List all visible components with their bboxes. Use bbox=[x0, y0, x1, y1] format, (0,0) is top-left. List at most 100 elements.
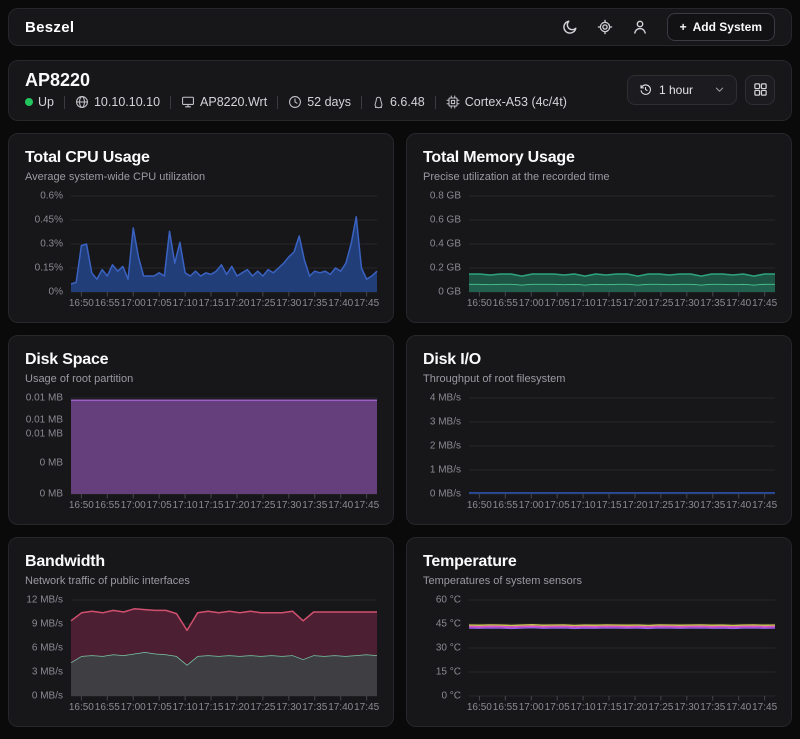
x-axis-label: 17:20 bbox=[622, 500, 647, 511]
x-axis-label: 17:25 bbox=[648, 702, 673, 713]
temperature-chart[interactable]: 60 °C45 °C30 °C15 °C0 °C16:5016:5517:001… bbox=[423, 600, 775, 714]
cpu-chart[interactable]: 0.6%0.45%0.3%0.15%0%16:5016:5517:0017:05… bbox=[25, 196, 377, 310]
chart-title: Disk I/O bbox=[423, 351, 775, 369]
y-axis: 0.01 MB0.01 MB0.01 MB0 MB0 MB bbox=[25, 398, 71, 494]
chart-canvas bbox=[469, 196, 775, 292]
x-axis-label: 17:15 bbox=[597, 500, 622, 511]
chart-canvas bbox=[469, 600, 775, 696]
layout-grid-button[interactable] bbox=[745, 75, 775, 105]
theme-toggle-button[interactable] bbox=[560, 17, 580, 37]
history-icon bbox=[639, 83, 652, 96]
x-axis-label: 16:50 bbox=[69, 500, 94, 511]
y-axis-label: 2 MB/s bbox=[430, 441, 461, 452]
x-axis-label: 17:10 bbox=[173, 298, 198, 309]
chart-plot-area bbox=[71, 398, 377, 494]
chart-subtitle: Precise utilization at the recorded time bbox=[423, 171, 775, 183]
y-axis: 60 °C45 °C30 °C15 °C0 °C bbox=[423, 600, 469, 696]
chart-plot-area bbox=[71, 196, 377, 292]
x-axis-label: 17:40 bbox=[328, 500, 353, 511]
system-summary-actions: 1 hour bbox=[627, 75, 775, 105]
system-meta-row: Up 10.10.10.10 AP8220.Wrt 52 days bbox=[25, 95, 567, 109]
y-axis-label: 0.8 GB bbox=[430, 191, 461, 202]
x-axis-label: 17:35 bbox=[302, 298, 327, 309]
kernel-value: 6.6.48 bbox=[390, 95, 425, 109]
x-axis-label: 17:35 bbox=[700, 298, 725, 309]
x-axis-label: 16:55 bbox=[493, 500, 518, 511]
disk-space-chart[interactable]: 0.01 MB0.01 MB0.01 MB0 MB0 MB16:5016:551… bbox=[25, 398, 377, 512]
x-axis-label: 17:05 bbox=[545, 500, 570, 511]
y-axis-label: 12 MB/s bbox=[26, 595, 63, 606]
charts-grid: Total CPU Usage Average system-wide CPU … bbox=[8, 133, 792, 727]
y-axis-label: 3 MB/s bbox=[430, 417, 461, 428]
x-axis-label: 17:00 bbox=[121, 500, 146, 511]
meta-divider bbox=[170, 96, 171, 109]
time-range-label: 1 hour bbox=[659, 83, 693, 97]
cpu-model-value: Cortex-A53 (4c/4t) bbox=[465, 95, 567, 109]
memory-chart[interactable]: 0.8 GB0.6 GB0.4 GB0.2 GB0 GB16:5016:5517… bbox=[423, 196, 775, 310]
chart-card-memory: Total Memory Usage Precise utilization a… bbox=[406, 133, 792, 323]
add-system-label: Add System bbox=[693, 20, 762, 34]
chart-subtitle: Temperatures of system sensors bbox=[423, 575, 775, 587]
x-axis-label: 17:05 bbox=[147, 702, 172, 713]
x-axis-label: 17:20 bbox=[622, 702, 647, 713]
disk-io-chart[interactable]: 4 MB/s3 MB/s2 MB/s1 MB/s0 MB/s16:5016:55… bbox=[423, 398, 775, 512]
x-axis-label: 17:30 bbox=[674, 298, 699, 309]
x-axis: 16:5016:5517:0017:0517:1017:1517:2017:25… bbox=[71, 696, 377, 714]
y-axis-label: 0.4 GB bbox=[430, 239, 461, 250]
x-axis-label: 17:00 bbox=[519, 702, 544, 713]
x-axis-label: 17:25 bbox=[250, 500, 275, 511]
x-axis-label: 16:50 bbox=[69, 702, 94, 713]
x-axis-label: 17:20 bbox=[224, 702, 249, 713]
chart-plot-area bbox=[71, 600, 377, 696]
y-axis-label: 60 °C bbox=[436, 595, 461, 606]
x-axis-label: 17:20 bbox=[224, 500, 249, 511]
y-axis-label: 0 MB bbox=[40, 458, 63, 469]
x-axis-label: 17:25 bbox=[648, 298, 673, 309]
x-axis-label: 17:45 bbox=[354, 298, 379, 309]
y-axis-label: 0.01 MB bbox=[26, 415, 63, 426]
x-axis-label: 17:30 bbox=[276, 702, 301, 713]
y-axis-label: 0.6 GB bbox=[430, 215, 461, 226]
chart-card-disk-space: Disk Space Usage of root partition 0.01 … bbox=[8, 335, 394, 525]
status-text: Up bbox=[38, 95, 54, 109]
x-axis-label: 17:10 bbox=[173, 500, 198, 511]
y-axis-label: 0 GB bbox=[438, 287, 461, 298]
y-axis-label: 6 MB/s bbox=[32, 643, 63, 654]
add-system-button[interactable]: + Add System bbox=[667, 13, 775, 41]
x-axis-label: 17:30 bbox=[276, 500, 301, 511]
x-axis-label: 17:25 bbox=[250, 702, 275, 713]
brand-logo[interactable]: Beszel bbox=[25, 19, 74, 36]
x-axis-label: 17:25 bbox=[250, 298, 275, 309]
meta-divider bbox=[435, 96, 436, 109]
clock-icon bbox=[288, 95, 302, 109]
settings-button[interactable] bbox=[595, 17, 615, 37]
y-axis-label: 15 °C bbox=[436, 667, 461, 678]
x-axis: 16:5016:5517:0017:0517:1017:1517:2017:25… bbox=[71, 494, 377, 512]
chart-canvas bbox=[469, 398, 775, 494]
y-axis-label: 0.15% bbox=[35, 263, 63, 274]
x-axis-label: 17:40 bbox=[328, 702, 353, 713]
x-axis-label: 17:45 bbox=[354, 500, 379, 511]
x-axis-label: 17:40 bbox=[726, 298, 751, 309]
chart-plot-area bbox=[469, 398, 775, 494]
x-axis: 16:5016:5517:0017:0517:1017:1517:2017:25… bbox=[71, 292, 377, 310]
nav-actions: + Add System bbox=[560, 13, 775, 41]
bandwidth-chart[interactable]: 12 MB/s9 MB/s6 MB/s3 MB/s0 MB/s16:5016:5… bbox=[25, 600, 377, 714]
x-axis-label: 17:10 bbox=[571, 702, 596, 713]
y-axis-label: 0 °C bbox=[441, 691, 461, 702]
meta-divider bbox=[277, 96, 278, 109]
user-menu-button[interactable] bbox=[630, 17, 650, 37]
y-axis-label: 0.45% bbox=[35, 215, 63, 226]
x-axis-label: 16:55 bbox=[95, 702, 120, 713]
y-axis: 12 MB/s9 MB/s6 MB/s3 MB/s0 MB/s bbox=[25, 600, 71, 696]
chart-title: Bandwidth bbox=[25, 553, 377, 571]
chart-subtitle: Average system-wide CPU utilization bbox=[25, 171, 377, 183]
time-range-select[interactable]: 1 hour bbox=[627, 75, 737, 105]
y-axis-label: 3 MB/s bbox=[32, 667, 63, 678]
x-axis-label: 17:45 bbox=[752, 500, 777, 511]
chart-plot-area bbox=[469, 196, 775, 292]
y-axis-label: 9 MB/s bbox=[32, 619, 63, 630]
x-axis-label: 17:25 bbox=[648, 500, 673, 511]
x-axis-label: 17:00 bbox=[121, 702, 146, 713]
penguin-icon bbox=[372, 96, 385, 109]
